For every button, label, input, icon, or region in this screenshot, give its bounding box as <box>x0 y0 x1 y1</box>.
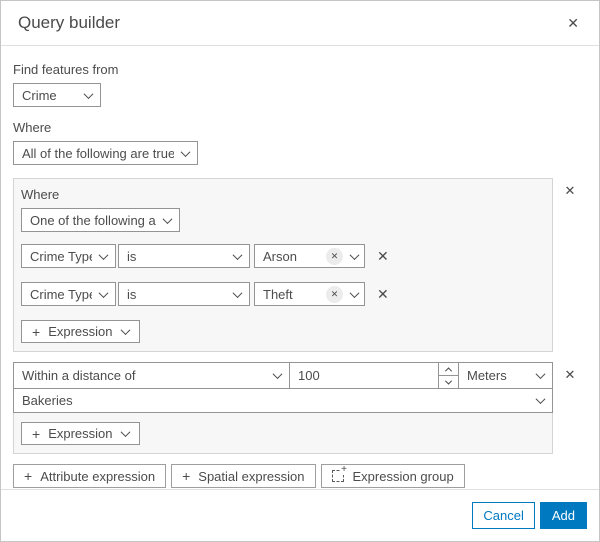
stepper-down-icon[interactable] <box>439 376 458 388</box>
distance-input[interactable] <box>290 363 438 388</box>
expression-group-2-panel: Within a distance of Meters <box>13 362 553 454</box>
plus-icon: + <box>24 468 33 484</box>
distance-input-wrap <box>289 362 459 389</box>
chevron-down-icon <box>272 369 283 380</box>
close-icon[interactable]: ✕ <box>563 12 583 34</box>
remove-expression-icon[interactable]: ✕ <box>373 283 393 305</box>
add-button[interactable]: Add <box>539 502 587 529</box>
expression-group-label: Expression group <box>352 468 454 484</box>
where-label: Where <box>13 120 52 135</box>
distance-stepper <box>438 363 458 388</box>
add-expression-button[interactable]: + Expression <box>21 320 140 343</box>
value-select[interactable]: Arson ✕ <box>254 244 365 268</box>
layer-select[interactable]: Crime <box>13 83 101 107</box>
group1-where-label: Where <box>21 187 60 202</box>
chevron-down-icon <box>349 287 360 298</box>
chevron-down-icon <box>349 249 360 260</box>
operator-select[interactable]: is <box>118 282 250 306</box>
clear-value-icon[interactable]: ✕ <box>326 285 343 303</box>
dialog-body: Find features from Crime Where All of th… <box>1 46 599 489</box>
chevron-down-icon <box>120 427 130 438</box>
field-select-value: Crime Type <box>30 248 92 264</box>
group1-match-type-value: One of the following are tr… <box>30 212 156 228</box>
layer-select-value: Crime <box>22 87 57 103</box>
remove-group-icon[interactable]: ✕ <box>561 180 580 201</box>
expression-row: Crime Type is Theft ✕ ✕ <box>21 282 545 306</box>
dialog-footer: Cancel Add <box>1 489 599 541</box>
unit-select[interactable]: Meters <box>458 362 553 389</box>
query-builder-dialog: Query builder ✕ Find features from Crime… <box>0 0 600 542</box>
plus-icon: + <box>340 464 348 475</box>
operator-select-value: is <box>127 286 137 302</box>
chevron-down-icon <box>232 287 243 298</box>
expression-group-1: Where One of the following are tr… Crime… <box>13 178 587 352</box>
value-select-value: Arson <box>263 248 297 264</box>
value-select[interactable]: Theft ✕ <box>254 282 365 306</box>
spatial-expression-row: Within a distance of Meters <box>13 362 553 389</box>
find-features-label: Find features from <box>13 62 119 77</box>
chevron-down-icon <box>232 249 243 260</box>
remove-group-icon[interactable]: ✕ <box>561 364 580 385</box>
add-spatial-expression-button[interactable]: + Spatial expression <box>171 464 316 488</box>
expression-group-icon: + <box>331 465 348 482</box>
dialog-title: Query builder <box>18 13 121 32</box>
group1-match-type-select[interactable]: One of the following are tr… <box>21 208 180 232</box>
field-select-value: Crime Type <box>30 286 92 302</box>
chevron-down-icon <box>98 287 109 298</box>
operator-select[interactable]: is <box>118 244 250 268</box>
stepper-up-icon[interactable] <box>439 363 458 376</box>
add-expression-group-button[interactable]: + Expression group <box>320 464 465 488</box>
chevron-down-icon <box>162 213 173 224</box>
expression-group-1-panel: Where One of the following are tr… Crime… <box>13 178 553 352</box>
chevron-down-icon <box>535 369 546 380</box>
clear-value-icon[interactable]: ✕ <box>326 247 343 265</box>
expression-group-2: Within a distance of Meters <box>13 362 587 454</box>
builder-actions: + Attribute expression + Spatial express… <box>13 464 587 488</box>
add-expression-label: Expression <box>48 426 113 441</box>
attribute-expression-label: Attribute expression <box>40 468 156 484</box>
operator-select-value: is <box>127 248 137 264</box>
chevron-down-icon <box>120 325 130 336</box>
remove-expression-icon[interactable]: ✕ <box>373 245 393 267</box>
plus-icon: + <box>182 468 191 484</box>
add-attribute-expression-button[interactable]: + Attribute expression <box>13 464 167 488</box>
cancel-button[interactable]: Cancel <box>472 502 535 529</box>
add-expression-button[interactable]: + Expression <box>21 422 140 445</box>
add-expression-label: Expression <box>48 324 113 339</box>
match-type-select[interactable]: All of the following are true <box>13 141 198 165</box>
chevron-down-icon <box>180 146 191 157</box>
spatial-operator-select[interactable]: Within a distance of <box>13 362 290 389</box>
match-type-value: All of the following are true <box>22 145 174 161</box>
expression-row: Crime Type is Arson ✕ ✕ <box>21 244 545 268</box>
chevron-down-icon <box>535 394 546 405</box>
plus-icon: + <box>32 425 41 442</box>
plus-icon: + <box>32 323 41 340</box>
unit-select-value: Meters <box>467 368 507 383</box>
field-select[interactable]: Crime Type <box>21 282 116 306</box>
spatial-operator-value: Within a distance of <box>22 368 136 383</box>
field-select[interactable]: Crime Type <box>21 244 116 268</box>
chevron-down-icon <box>83 88 94 99</box>
dialog-header: Query builder ✕ <box>1 1 599 46</box>
spatial-layer-select[interactable]: Bakeries <box>13 388 553 413</box>
spatial-layer-value: Bakeries <box>22 393 73 408</box>
value-select-value: Theft <box>263 286 293 302</box>
spatial-expression-label: Spatial expression <box>198 468 305 484</box>
chevron-down-icon <box>98 249 109 260</box>
